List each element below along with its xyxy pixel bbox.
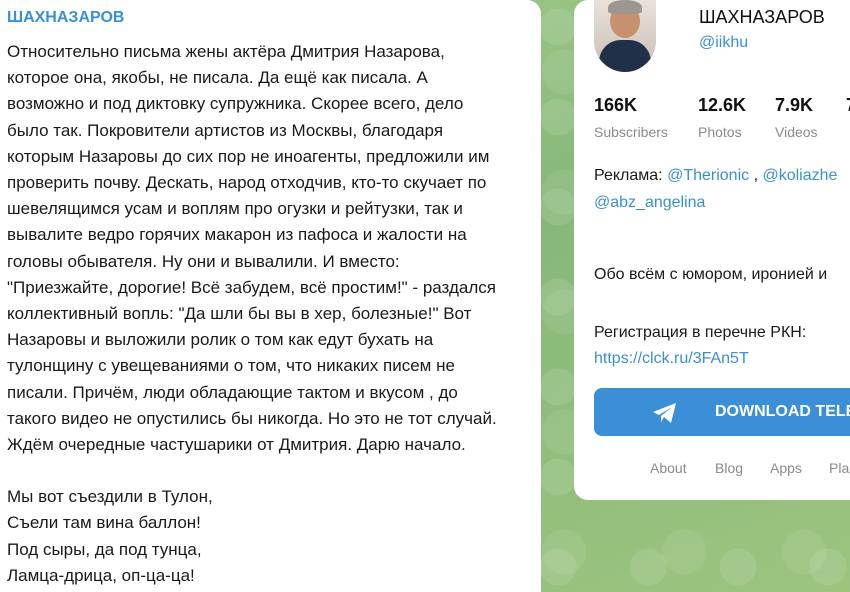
stat-number: 166K xyxy=(594,95,638,115)
ad-link-therionic[interactable]: @Therionic xyxy=(667,167,749,184)
footer-link-blog[interactable]: Blog xyxy=(715,460,743,476)
ad-link-koliazhe[interactable]: @koliazhe xyxy=(762,167,837,184)
stat-number: 12.6K xyxy=(698,95,747,115)
channel-handle[interactable]: @iikhu xyxy=(699,34,748,52)
avatar-shirt xyxy=(599,40,651,72)
download-telegram-button[interactable]: DOWNLOAD TELEGI xyxy=(594,388,850,436)
message-bubble: ШАХНАЗАРОВ Относительно письма жены актё… xyxy=(0,0,541,592)
registration-text: Регистрация в перечне РКН: xyxy=(594,324,807,341)
download-button-label: DOWNLOAD TELEGI xyxy=(715,403,850,420)
footer-link-apps[interactable]: Apps xyxy=(770,460,802,476)
channel-info-card: ШАХНАЗАРОВ @iikhu 166K Subscribers 12.6K… xyxy=(574,0,850,500)
stat-number: 7 xyxy=(846,95,850,116)
channel-ad-info: Реклама: @Therionic , @koliazhe @abz_ang… xyxy=(594,162,850,216)
stat-more[interactable]: 7 xyxy=(846,95,850,124)
footer-link-platforms[interactable]: Pla xyxy=(829,460,849,476)
channel-name: ШАХНАЗАРОВ xyxy=(699,7,825,27)
registration-info: Регистрация в перечне РКН: https://clck.… xyxy=(594,320,806,372)
stat-label: Subscribers xyxy=(594,124,668,140)
stat-label: Videos xyxy=(775,124,818,140)
registration-link[interactable]: https://clck.ru/3FAn5T xyxy=(594,346,806,372)
avatar-hair xyxy=(608,0,642,14)
message-author[interactable]: ШАХНАЗАРОВ xyxy=(7,9,541,27)
stat-videos[interactable]: 7.9K Videos xyxy=(775,95,818,140)
ad-link-angelina[interactable]: @abz_angelina xyxy=(594,194,705,211)
ad-prefix: Реклама: xyxy=(594,167,668,184)
telegram-plane-icon xyxy=(653,403,676,423)
message-poem: Мы вот съездили в Тулон, Съели там вина … xyxy=(7,487,213,585)
stat-subscribers: 166K Subscribers xyxy=(594,95,668,140)
stat-number: 7.9K xyxy=(775,95,814,115)
stat-label: Photos xyxy=(698,124,742,140)
channel-avatar[interactable] xyxy=(594,0,656,72)
ad-separator: , xyxy=(749,167,763,184)
footer-link-about[interactable]: About xyxy=(650,460,687,476)
message-text: Относительно письма жены актёра Дмитрия … xyxy=(7,42,497,455)
channel-description: Обо всём с юмором, иронией и xyxy=(594,266,828,283)
stat-photos[interactable]: 12.6K Photos xyxy=(698,95,746,140)
